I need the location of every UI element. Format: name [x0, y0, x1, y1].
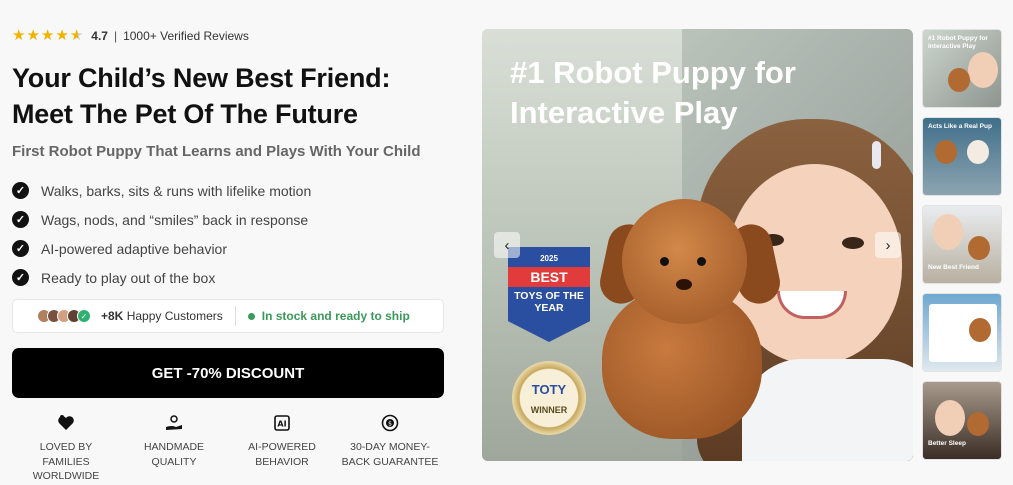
award-year: 2025 [540, 254, 558, 263]
thumbnail-label: Better Sleep [928, 440, 966, 447]
thumb-puppy [967, 412, 989, 436]
customers-label: Happy Customers [126, 309, 223, 323]
status-dot-icon [247, 312, 255, 320]
badge-loved: LOVED BY FAMILIES WORLDWIDE [12, 412, 120, 484]
thumbnail[interactable]: Acts Like a Real Pup [922, 117, 1002, 196]
feature-item: ✓ AI-powered adaptive behavior [12, 234, 311, 263]
svg-text:AI: AI [277, 420, 286, 429]
award-best: BEST [508, 267, 590, 287]
ai-chip-icon: AI [271, 412, 293, 434]
thumb-child [935, 400, 965, 436]
girl-shirt [742, 359, 913, 461]
star-icon: ★ [26, 27, 40, 44]
winner-seal: TOTY WINNER [512, 361, 586, 435]
badge-label: LOVED BY FAMILIES WORLDWIDE [32, 441, 100, 482]
thumbnail[interactable]: #1 Robot Puppy for Interactive Play [922, 29, 1002, 108]
review-count: 1000+ Verified Reviews [123, 28, 249, 43]
check-icon: ✓ [12, 240, 29, 257]
badge-label: 30-DAY MONEY-BACK GUARANTEE [341, 441, 439, 468]
puppy-head [622, 199, 747, 324]
check-icon: ✓ [12, 182, 29, 199]
feature-text: Wags, nods, and “smiles” back in respons… [41, 211, 309, 228]
seal-brand: TOTY [531, 381, 567, 397]
next-image-button[interactable]: › [875, 232, 901, 258]
trust-badges: LOVED BY FAMILIES WORLDWIDE HANDMADE QUA… [12, 412, 444, 484]
badge-label: AI-POWERED BEHAVIOR [248, 441, 316, 468]
customer-avatars: ✓ [37, 309, 91, 323]
feature-text: AI-powered adaptive behavior [41, 240, 228, 257]
rating-row: ★ ★ ★ ★ ★ 4.7 | 1000+ Verified Reviews [12, 28, 249, 43]
heart-family-icon [55, 412, 77, 434]
subheadline: First Robot Puppy That Learns and Plays … [12, 143, 421, 160]
thumbnail-strip: #1 Robot Puppy for Interactive Play Acts… [922, 29, 1002, 469]
award-title: TOYS OF THE YEAR [514, 290, 584, 314]
verified-check-icon: ✓ [77, 309, 91, 323]
page-title: Your Child’s New Best Friend: Meet The P… [12, 63, 391, 129]
thumb-puppy [935, 140, 957, 164]
seal-winner: WINNER [530, 404, 568, 415]
thumb-girl [968, 52, 998, 88]
star-icon: ★ [40, 27, 55, 44]
thumb-child [933, 214, 963, 250]
stock-status: In stock and ready to ship [261, 309, 410, 323]
rating-separator: | [113, 28, 118, 43]
thumbnail[interactable]: Better Sleep [922, 381, 1002, 460]
badge-ai: AI AI-POWERED BEHAVIOR [228, 412, 336, 484]
star-icon: ★ [55, 27, 69, 44]
toys-of-the-year-award: 2025 BEST TOYS OF THE YEAR [508, 247, 590, 347]
puppy-eye [697, 257, 706, 266]
money-back-icon: $ [379, 412, 401, 434]
social-proof-bar: ✓ +8K Happy Customers In stock and ready… [12, 299, 444, 333]
svg-text:$: $ [388, 421, 392, 428]
half-star-icon: ★ [69, 27, 84, 44]
divider [234, 306, 236, 326]
thumb-puppy [968, 236, 990, 260]
handmade-hand-icon [163, 412, 185, 434]
puppy-nose [676, 279, 692, 290]
feature-text: Walks, barks, sits & runs with lifelike … [41, 182, 312, 199]
customers-count: +8K [101, 309, 124, 323]
feature-text: Ready to play out of the box [41, 269, 216, 286]
feature-item: ✓ Ready to play out of the box [12, 263, 311, 292]
check-icon: ✓ [12, 269, 29, 286]
product-main-image[interactable]: #1 Robot Puppy for Interactive Play 2025… [482, 29, 913, 461]
thumbnail-label: #1 Robot Puppy for Interactive Play [928, 35, 988, 50]
hair-clip [872, 141, 881, 169]
thumb-puppy [969, 318, 991, 342]
star-rating: ★ ★ ★ ★ ★ [12, 28, 83, 43]
feature-item: ✓ Walks, barks, sits & runs with lifelike… [12, 176, 311, 205]
puppy-eye [660, 257, 669, 266]
girl-eye [842, 237, 864, 249]
image-headline: #1 Robot Puppy for Interactive Play [510, 55, 796, 130]
feature-item: ✓ Wags, nods, and “smiles” back in respon… [12, 205, 311, 234]
thumbnail-label: Acts Like a Real Pup [928, 123, 992, 130]
thumb-puppy [948, 68, 970, 92]
thumbnail[interactable]: New Best Friend [922, 205, 1002, 284]
feature-list: ✓ Walks, barks, sits & runs with lifelike… [12, 176, 311, 292]
thumbnail[interactable] [922, 293, 1002, 372]
thumb-puppy [967, 140, 989, 164]
product-info: ★ ★ ★ ★ ★ 4.7 | 1000+ Verified Reviews Y… [12, 0, 444, 485]
badge-label: HANDMADE QUALITY [143, 441, 205, 468]
award-ribbon: 2025 BEST TOYS OF THE YEAR [508, 247, 590, 342]
star-icon: ★ [12, 27, 26, 44]
badge-guarantee: $ 30-DAY MONEY-BACK GUARANTEE [336, 412, 444, 484]
discount-cta-button[interactable]: GET -70% DISCOUNT [12, 348, 444, 398]
thumbnail-label: New Best Friend [928, 264, 979, 271]
rating-value: 4.7 [91, 28, 108, 43]
check-icon: ✓ [12, 211, 29, 228]
badge-handmade: HANDMADE QUALITY [120, 412, 228, 484]
happy-customers: +8K Happy Customers [101, 309, 223, 323]
previous-image-button[interactable]: ‹ [494, 232, 520, 258]
